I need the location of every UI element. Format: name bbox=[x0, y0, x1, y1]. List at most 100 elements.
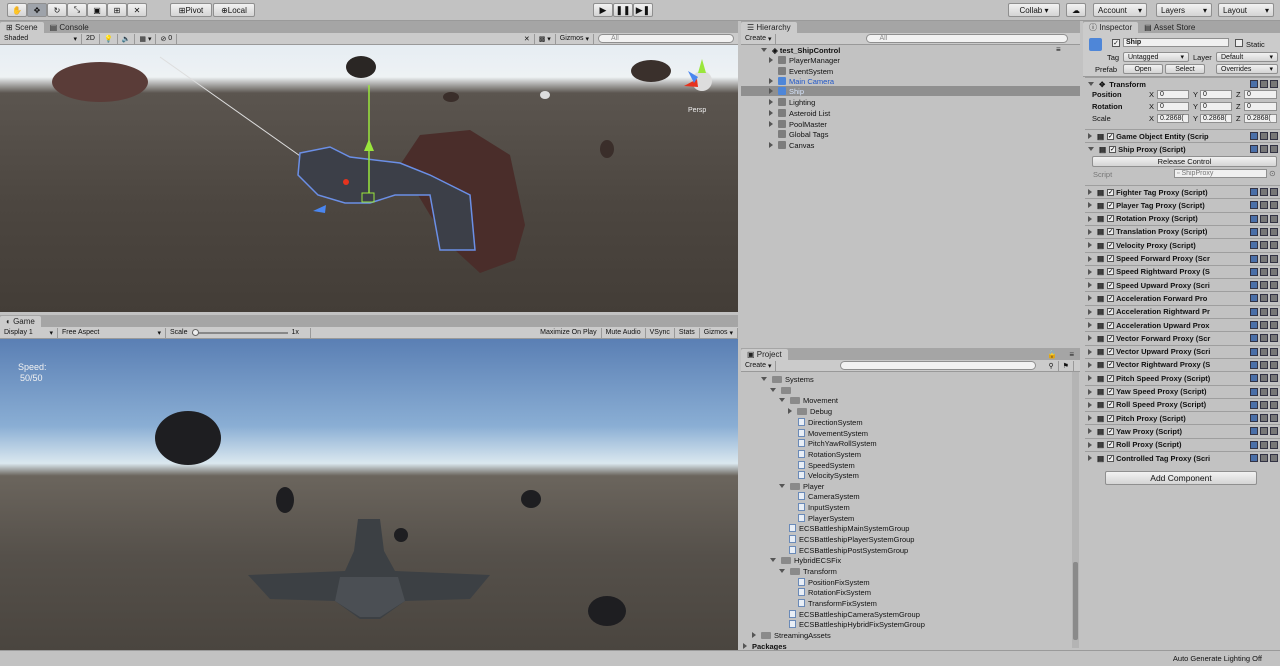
object-picker-icon[interactable]: ⊙ bbox=[1269, 169, 1276, 178]
project-script[interactable]: DirectionSystem bbox=[798, 417, 863, 427]
expand-triangle-icon[interactable] bbox=[752, 632, 756, 638]
expand-triangle-icon[interactable] bbox=[1088, 428, 1092, 435]
component-header[interactable]: ▤ ✓ Pitch Speed Proxy (Script) bbox=[1085, 371, 1280, 384]
project-folder[interactable]: Debug bbox=[788, 406, 832, 416]
account-button[interactable]: Account ▾ bbox=[1093, 3, 1147, 17]
project-folder[interactable]: HybridECSFix bbox=[770, 555, 841, 565]
preset-icon[interactable] bbox=[1260, 427, 1268, 436]
project-script[interactable]: InputSystem bbox=[798, 502, 850, 512]
position-x-field[interactable]: 0 bbox=[1157, 90, 1189, 99]
enabled-checkbox[interactable]: ✓ bbox=[1107, 268, 1115, 276]
enabled-checkbox[interactable]: ✓ bbox=[1107, 454, 1115, 462]
scale-x-field[interactable]: 0.2868( bbox=[1157, 114, 1189, 123]
settings-gear-icon[interactable] bbox=[1270, 427, 1278, 436]
hierarchy-item[interactable]: EventSystem bbox=[778, 66, 833, 76]
settings-gear-icon[interactable] bbox=[1270, 334, 1278, 343]
release-control-button[interactable]: Release Control bbox=[1092, 156, 1277, 167]
settings-gear-icon[interactable] bbox=[1270, 374, 1278, 383]
rect-tool-icon[interactable]: ▣ bbox=[87, 3, 107, 17]
scale-slider-thumb[interactable] bbox=[191, 328, 199, 336]
transform-component-header[interactable]: ✥ Transform bbox=[1085, 77, 1280, 90]
help-icon[interactable] bbox=[1250, 440, 1258, 449]
tab-game[interactable]: ◐ Game bbox=[0, 316, 41, 327]
hierarchy-item[interactable]: PlayerManager bbox=[769, 55, 840, 65]
component-header[interactable]: ▤ ✓ Speed Forward Proxy (Scr bbox=[1085, 251, 1280, 265]
component-header[interactable]: ▤ ✓ Fighter Tag Proxy (Script) bbox=[1085, 185, 1280, 198]
tab-asset-store[interactable]: ▤ Asset Store bbox=[1138, 22, 1201, 33]
settings-gear-icon[interactable] bbox=[1270, 440, 1278, 449]
search-by-label-icon[interactable]: ⚑ bbox=[1059, 360, 1074, 371]
project-create-button[interactable]: Create ▾ bbox=[741, 360, 777, 371]
component-header[interactable]: ▤ ✓ Ship Proxy (Script) bbox=[1085, 142, 1280, 155]
prefab-select-button[interactable]: Select bbox=[1165, 64, 1205, 74]
component-header[interactable]: ▤ ✓ Vector Upward Proxy (Scri bbox=[1085, 344, 1280, 358]
expand-triangle-icon[interactable] bbox=[770, 388, 776, 392]
help-icon[interactable] bbox=[1250, 347, 1258, 356]
help-icon[interactable] bbox=[1250, 307, 1258, 316]
help-icon[interactable] bbox=[1250, 281, 1258, 290]
aspect-dropdown[interactable]: Free Aspect ▾ bbox=[58, 327, 166, 338]
project-folder[interactable]: Movement bbox=[779, 395, 838, 405]
expand-triangle-icon[interactable] bbox=[769, 78, 773, 84]
scale-tool-icon[interactable]: ⤡ bbox=[67, 3, 87, 17]
help-icon[interactable] bbox=[1250, 374, 1258, 383]
component-header[interactable]: ▤ ✓ Speed Upward Proxy (Scri bbox=[1085, 278, 1280, 291]
vsync-toggle[interactable]: VSync bbox=[646, 327, 675, 338]
expand-triangle-icon[interactable] bbox=[1088, 228, 1092, 235]
hierarchy-item[interactable]: Lighting bbox=[769, 97, 815, 107]
enabled-checkbox[interactable]: ✓ bbox=[1107, 401, 1115, 409]
scene-root[interactable]: ◈ test_ShipControl bbox=[761, 45, 840, 55]
expand-triangle-icon[interactable] bbox=[769, 121, 773, 127]
expand-triangle-icon[interactable] bbox=[788, 408, 792, 414]
enabled-checkbox[interactable]: ✓ bbox=[1107, 334, 1115, 342]
hierarchy-item[interactable]: Asteroid List bbox=[769, 108, 830, 118]
project-script[interactable]: RotationSystem bbox=[798, 449, 861, 459]
settings-gear-icon[interactable] bbox=[1270, 188, 1278, 196]
expand-triangle-icon[interactable] bbox=[1088, 308, 1092, 315]
settings-gear-icon[interactable] bbox=[1270, 267, 1278, 276]
expand-triangle-icon[interactable] bbox=[1088, 375, 1092, 382]
game-viewport[interactable]: Speed: 50/50 bbox=[0, 339, 738, 650]
rotate-tool-icon[interactable]: ↻ bbox=[47, 3, 67, 17]
help-icon[interactable] bbox=[1250, 294, 1258, 303]
help-icon[interactable] bbox=[1250, 414, 1258, 423]
project-script[interactable]: MovementSystem bbox=[798, 428, 868, 438]
expand-triangle-icon[interactable] bbox=[1088, 361, 1092, 368]
enabled-checkbox[interactable]: ✓ bbox=[1107, 374, 1115, 382]
expand-triangle-icon[interactable] bbox=[1088, 255, 1092, 262]
persp-label[interactable]: Persp bbox=[688, 107, 706, 114]
search-by-type-icon[interactable]: ⚲ bbox=[1044, 360, 1059, 371]
component-header[interactable]: ▤ ✓ Roll Speed Proxy (Script) bbox=[1085, 397, 1280, 411]
expand-triangle-icon[interactable] bbox=[1088, 441, 1092, 448]
project-script[interactable]: PositionFixSystem bbox=[798, 577, 870, 587]
expand-triangle-icon[interactable] bbox=[761, 48, 767, 52]
settings-gear-icon[interactable] bbox=[1270, 80, 1278, 88]
preset-icon[interactable] bbox=[1260, 227, 1268, 236]
project-folder[interactable]: Player bbox=[779, 481, 824, 491]
maximize-on-play-toggle[interactable]: Maximize On Play bbox=[536, 327, 602, 338]
settings-gear-icon[interactable] bbox=[1270, 227, 1278, 236]
scene-menu-icon[interactable]: ≡ bbox=[1056, 45, 1061, 54]
help-icon[interactable] bbox=[1250, 214, 1258, 223]
component-header[interactable]: ▤ ✓ Roll Proxy (Script) bbox=[1085, 437, 1280, 451]
help-icon[interactable] bbox=[1250, 334, 1258, 343]
project-script[interactable]: ECSBattleshipCameraSystemGroup bbox=[789, 609, 920, 619]
tab-console[interactable]: ▤ Console bbox=[44, 22, 95, 33]
expand-triangle-icon[interactable] bbox=[1088, 242, 1092, 249]
project-folder[interactable]: StreamingAssets bbox=[752, 630, 831, 640]
expand-triangle-icon[interactable] bbox=[1088, 202, 1092, 209]
settings-gear-icon[interactable] bbox=[1270, 201, 1278, 210]
tag-dropdown[interactable]: Untagged ▾ bbox=[1123, 52, 1189, 62]
expand-triangle-icon[interactable] bbox=[1088, 282, 1092, 289]
settings-gear-icon[interactable] bbox=[1270, 145, 1278, 153]
preset-icon[interactable] bbox=[1260, 281, 1268, 290]
settings-gear-icon[interactable] bbox=[1270, 387, 1278, 396]
component-header[interactable]: ▤ ✓ Vector Forward Proxy (Scr bbox=[1085, 331, 1280, 344]
expand-triangle-icon[interactable] bbox=[769, 57, 773, 63]
project-scrollbar[interactable] bbox=[1072, 372, 1079, 648]
preset-icon[interactable] bbox=[1260, 294, 1268, 303]
enabled-checkbox[interactable]: ✓ bbox=[1107, 132, 1115, 140]
expand-triangle-icon[interactable] bbox=[743, 643, 747, 649]
project-script[interactable]: PitchYawRollSystem bbox=[798, 438, 877, 448]
help-icon[interactable] bbox=[1250, 132, 1258, 140]
